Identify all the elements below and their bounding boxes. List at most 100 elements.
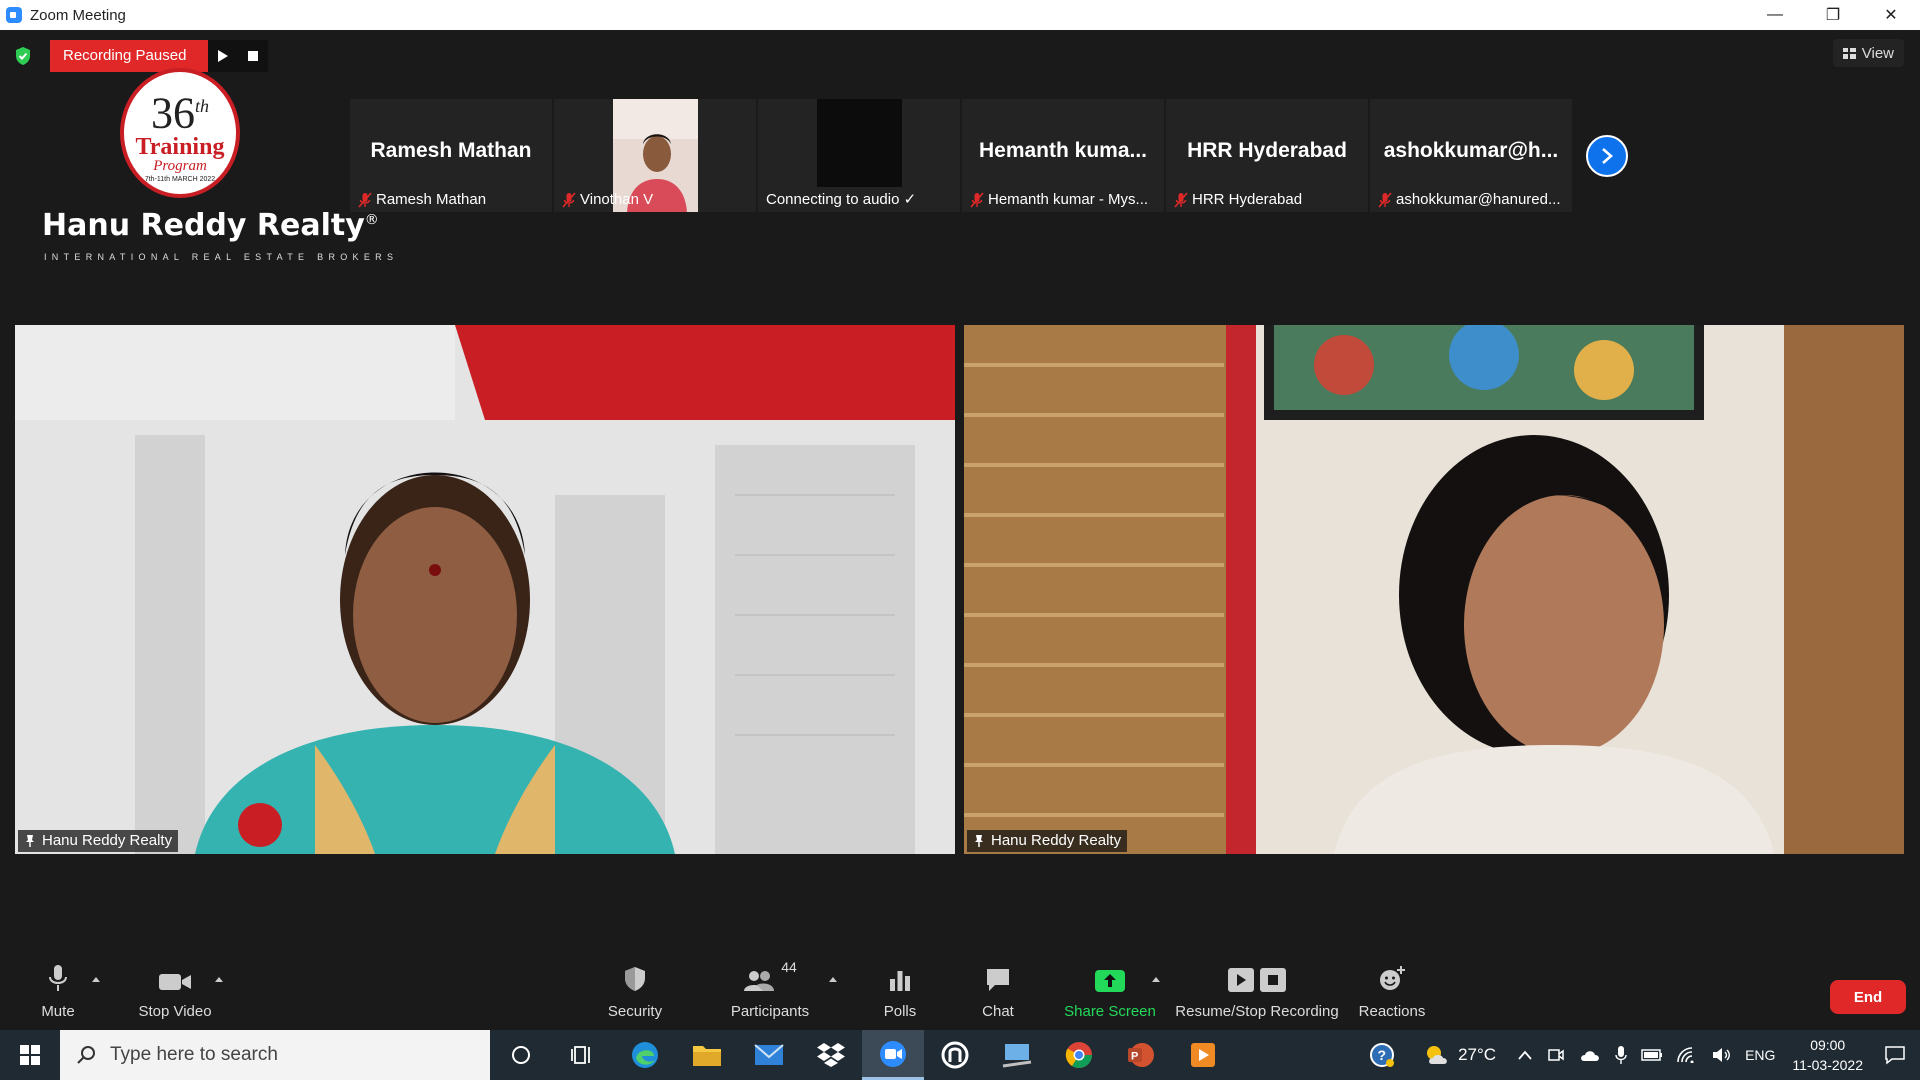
battery-button[interactable] [1641, 1048, 1663, 1062]
participants-icon [744, 971, 775, 991]
video-label-text: Hanu Reddy Realty [42, 832, 173, 849]
zoom-taskbar-app[interactable] [862, 1030, 924, 1080]
video-label: Hanu Reddy Realty [18, 830, 179, 852]
powerpoint-app[interactable]: P [1110, 1030, 1172, 1080]
participants-button[interactable]: 44 Participants [720, 955, 820, 1030]
encryption-shield-icon[interactable] [14, 46, 32, 66]
participant-tile[interactable]: Connecting to audio ✓ [758, 99, 960, 212]
circular-app-icon [941, 1041, 969, 1069]
svg-text:?: ? [1378, 1047, 1387, 1063]
mute-button[interactable]: Mute [28, 955, 88, 1030]
chat-label: Chat [982, 1003, 1014, 1020]
resume-stop-recording-button[interactable]: Resume/Stop Recording [1172, 955, 1342, 1030]
video-feed-left [15, 325, 955, 854]
video-camera-icon [159, 974, 191, 990]
restore-button[interactable]: ❐ [1804, 0, 1862, 30]
help-button[interactable]: ? [1369, 1042, 1395, 1068]
share-screen-label: Share Screen [1064, 1003, 1156, 1020]
view-button[interactable]: View [1832, 39, 1904, 67]
file-explorer-app[interactable] [676, 1030, 738, 1080]
pin-icon [975, 835, 983, 847]
speaker-volume-icon [1713, 1048, 1731, 1062]
dropbox-app[interactable] [800, 1030, 862, 1080]
start-button[interactable] [0, 1030, 60, 1080]
stop-video-button[interactable]: Stop Video [130, 955, 220, 1030]
participant-display-name: ashokkumar@h... [1383, 139, 1559, 162]
video-tile-left[interactable]: Hanu Reddy Realty [15, 325, 955, 854]
onedrive-button[interactable] [1579, 1048, 1601, 1062]
media-player-app[interactable] [1172, 1030, 1234, 1080]
participant-label: Hemanth kumar - Mys... [966, 189, 1152, 211]
share-options-caret[interactable] [1152, 977, 1160, 982]
stop-recording-icon [1260, 968, 1286, 992]
video-tile-right[interactable]: Hanu Reddy Realty [964, 325, 1904, 854]
participant-label: ashokkumar@hanured... [1374, 189, 1564, 211]
audio-options-caret[interactable] [92, 977, 100, 982]
participant-tile[interactable]: ashokkumar@h... ashokkumar@hanured... [1370, 99, 1572, 212]
training-program-badge: 36th Training Program 7th-11th MARCH 202… [120, 68, 240, 198]
mail-app[interactable] [738, 1030, 800, 1080]
input-language-button[interactable]: ENG [1745, 1047, 1775, 1063]
chat-bubble-icon [987, 969, 1009, 991]
resume-recording-icon [1228, 968, 1254, 992]
participant-tile[interactable]: Hemanth kuma... Hemanth kumar - Mys... [962, 99, 1164, 212]
chrome-app[interactable] [1048, 1030, 1110, 1080]
next-participants-button[interactable] [1586, 135, 1628, 177]
close-button[interactable]: ✕ [1862, 0, 1920, 30]
stop-icon [248, 51, 259, 61]
edge-browser-icon [632, 1042, 658, 1068]
windows-taskbar: Type here to search P ? 27°C ENG 09:00 1… [0, 1030, 1920, 1080]
notifications-button[interactable] [1884, 1045, 1906, 1065]
participant-label-text: Hemanth kumar - Mys... [988, 191, 1149, 208]
zoom-app-icon [6, 7, 22, 23]
brand-logo: 36th Training Program 7th-11th MARCH 202… [30, 66, 393, 266]
notification-speech-icon [1885, 1046, 1905, 1065]
chat-button[interactable]: Chat [968, 955, 1028, 1030]
participant-tile[interactable]: Vinothan V [554, 99, 756, 212]
app-ring-icon-button[interactable] [924, 1030, 986, 1080]
minimize-button[interactable]: — [1746, 0, 1804, 30]
meet-now-button[interactable] [1547, 1046, 1565, 1064]
clock-time: 09:00 [1810, 1037, 1846, 1053]
participant-tile[interactable]: HRR Hyderabad HRR Hyderabad [1166, 99, 1368, 212]
badge-suffix: th [194, 96, 209, 116]
video-options-caret[interactable] [215, 977, 223, 982]
microphone-tray-button[interactable] [1615, 1045, 1627, 1065]
security-button[interactable]: Security [600, 955, 670, 1030]
microphone-icon [49, 965, 67, 991]
wifi-button[interactable] [1677, 1047, 1697, 1063]
taskbar-search-box[interactable]: Type here to search [60, 1030, 490, 1080]
end-meeting-button[interactable]: End [1830, 980, 1906, 1014]
edge-app[interactable] [614, 1030, 676, 1080]
participants-options-caret[interactable] [829, 977, 837, 982]
taskbar-clock[interactable]: 09:00 11-03-2022 [1792, 1035, 1863, 1075]
search-placeholder: Type here to search [110, 1044, 278, 1065]
weather-temperature: 27°C [1458, 1045, 1497, 1064]
pin-icon [26, 835, 34, 847]
video-label: Hanu Reddy Realty [967, 830, 1128, 852]
participant-display-name: HRR Hyderabad [1187, 139, 1347, 162]
volume-button[interactable] [1711, 1047, 1731, 1063]
participant-tile[interactable]: Ramesh Mathan Ramesh Mathan [350, 99, 552, 212]
task-view-button[interactable] [552, 1030, 614, 1080]
play-icon [218, 50, 229, 62]
weather-widget[interactable]: 27°C [1424, 1044, 1496, 1066]
mic-muted-icon [970, 192, 984, 208]
brand-name-text: Hanu Reddy Realty [42, 208, 365, 243]
cortana-button[interactable] [490, 1030, 552, 1080]
zoom-meeting-window: Zoom Meeting — ❐ ✕ Recording Paused View… [0, 0, 1920, 1080]
participants-count: 44 [781, 959, 797, 975]
polls-button[interactable]: Polls [870, 955, 930, 1030]
remote-desktop-app[interactable] [986, 1030, 1048, 1080]
participant-strip: Ramesh Mathan Ramesh Mathan Vinothan V C… [350, 99, 1572, 212]
zoom-icon [880, 1040, 906, 1067]
brand-name: Hanu Reddy Realty® [42, 208, 379, 243]
mail-envelope-icon [754, 1044, 784, 1065]
mic-muted-icon [358, 192, 372, 208]
reactions-smiley-icon [1380, 966, 1405, 990]
recording-label: Resume/Stop Recording [1175, 1003, 1339, 1020]
share-screen-button[interactable]: Share Screen [1060, 955, 1160, 1030]
show-hidden-icons-button[interactable] [1517, 1049, 1533, 1061]
participant-label-text: Vinothan V [580, 191, 654, 208]
reactions-button[interactable]: Reactions [1356, 955, 1428, 1030]
